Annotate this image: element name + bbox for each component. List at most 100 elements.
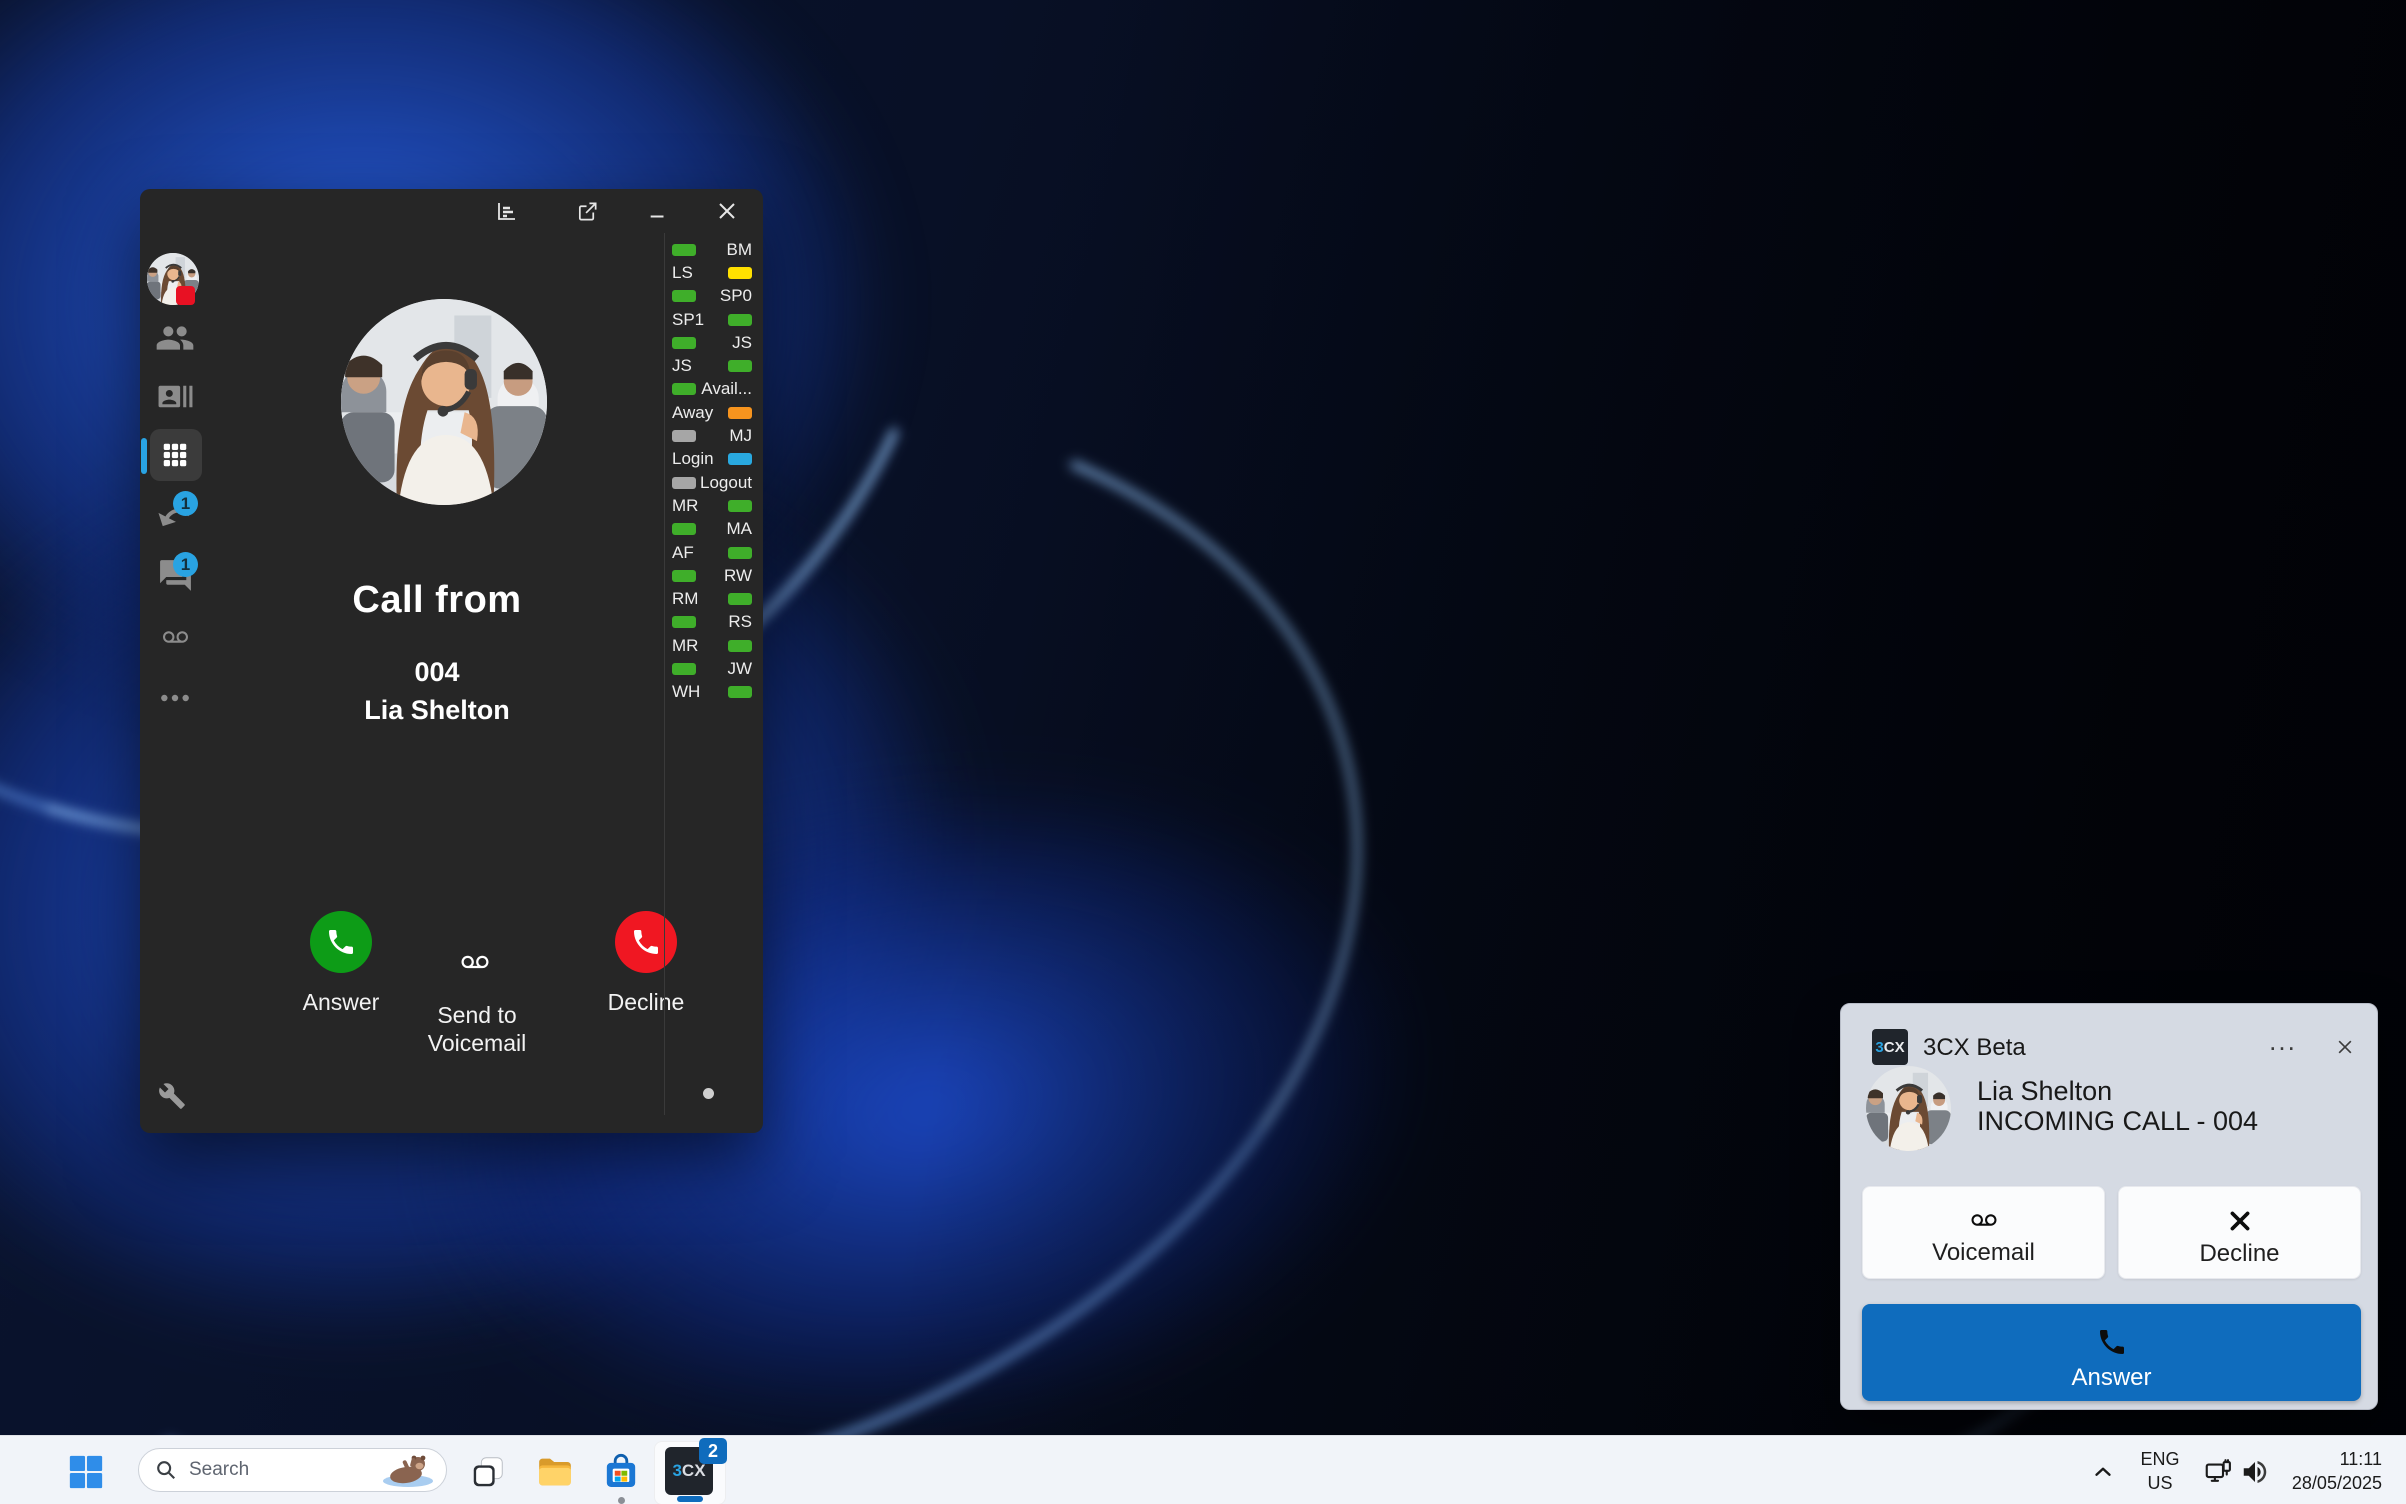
page-indicator-dot[interactable] <box>703 1088 714 1099</box>
blf-status-lamp <box>672 477 696 489</box>
blf-entry[interactable]: Away <box>672 401 752 424</box>
file-explorer-button[interactable] <box>533 1450 577 1494</box>
blf-entry[interactable]: LS <box>672 261 752 284</box>
blf-status-lamp <box>672 337 696 349</box>
toast-decline-button[interactable]: Decline <box>2118 1186 2361 1279</box>
blf-label: Away <box>672 403 713 423</box>
phone-icon <box>630 926 662 958</box>
blf-entry[interactable]: JS <box>672 354 752 377</box>
send-to-voicemail-button[interactable] <box>410 949 540 976</box>
blf-status-lamp <box>672 616 696 628</box>
blf-label: RM <box>672 589 698 609</box>
3cx-logo: 3CX <box>1872 1029 1908 1065</box>
blf-label: Logout <box>700 473 752 493</box>
blf-status-lamp <box>672 523 696 535</box>
blf-label: JS <box>732 333 752 353</box>
phone-icon <box>325 926 357 958</box>
blf-status-lamp <box>728 547 752 559</box>
decline-button[interactable] <box>615 911 677 973</box>
blf-status-lamp <box>672 570 696 582</box>
store-running-indicator <box>618 1497 625 1504</box>
sidebar-item-dialpad[interactable] <box>140 440 210 470</box>
blf-label: Avail... <box>701 379 752 399</box>
blf-status-lamp <box>672 430 696 442</box>
phone-icon <box>2096 1326 2128 1358</box>
sidebar: 1 1 <box>140 189 210 1133</box>
taskbar: Search <box>0 1435 2406 1504</box>
blf-panel: BMLSSP0SP1JSJSAvail...AwayMJLoginLogoutM… <box>672 238 752 704</box>
task-view-icon <box>469 1453 507 1491</box>
chat-badge: 1 <box>173 552 198 577</box>
blf-label: SP1 <box>672 310 704 330</box>
search-box[interactable]: Search <box>138 1448 447 1492</box>
microsoft-store-button[interactable] <box>599 1450 643 1494</box>
blf-entry[interactable]: WH <box>672 681 752 704</box>
folder-icon <box>535 1452 575 1492</box>
decline-label: Decline <box>576 989 716 1016</box>
blf-entry[interactable]: RW <box>672 564 752 587</box>
send-to-voicemail-label: Send to Voicemail <box>367 1001 587 1057</box>
search-placeholder: Search <box>189 1459 378 1481</box>
blf-entry[interactable]: JW <box>672 657 752 680</box>
voicemail-icon <box>155 625 196 650</box>
store-icon <box>601 1452 641 1492</box>
sidebar-item-contacts[interactable] <box>140 378 210 415</box>
start-button[interactable] <box>64 1450 108 1494</box>
blf-label: MR <box>672 636 698 656</box>
toast-more-button[interactable]: ... <box>2265 1030 2301 1064</box>
more-dots-icon <box>159 690 191 706</box>
toast-app-name: 3CX Beta <box>1923 1034 2026 1062</box>
settings-wrench-icon[interactable] <box>158 1082 186 1113</box>
blf-entry[interactable]: Login <box>672 448 752 471</box>
blf-entry[interactable]: JS <box>672 331 752 354</box>
sidebar-item-team[interactable] <box>140 318 210 358</box>
blf-label: LS <box>672 263 693 283</box>
close-icon <box>2335 1037 2355 1057</box>
blf-entry[interactable]: SP1 <box>672 308 752 331</box>
clock-date: 28/05/2025 <box>2270 1471 2382 1495</box>
blf-status-lamp <box>728 593 752 605</box>
blf-entry[interactable]: AF <box>672 541 752 564</box>
search-highlight-otter <box>378 1452 436 1488</box>
blf-label: JS <box>672 356 692 376</box>
blf-entry[interactable]: SP0 <box>672 285 752 308</box>
desktop: 1 1 Call from 004 Lia Shelton <box>0 0 2406 1504</box>
blf-entry[interactable]: RM <box>672 587 752 610</box>
sidebar-item-more[interactable] <box>140 690 210 706</box>
blf-entry[interactable]: BM <box>672 238 752 261</box>
task-view-button[interactable] <box>466 1450 510 1494</box>
tray-chevron-button[interactable] <box>2081 1450 2125 1494</box>
answer-button[interactable] <box>310 911 372 973</box>
voicemail-icon <box>453 949 497 976</box>
blf-status-lamp <box>728 640 752 652</box>
blf-entry[interactable]: MJ <box>672 424 752 447</box>
blf-status-lamp <box>728 360 752 372</box>
blf-label: RS <box>728 612 752 632</box>
blf-status-lamp <box>728 686 752 698</box>
toast-close-button[interactable] <box>2327 1030 2363 1064</box>
voicemail-icon <box>1964 1208 2004 1233</box>
speaker-icon <box>2240 1457 2270 1487</box>
close-button[interactable] <box>709 193 745 229</box>
blf-status-lamp <box>672 244 696 256</box>
blf-label: BM <box>727 240 753 260</box>
clock[interactable]: 11:11 28/05/2025 <box>2270 1447 2382 1495</box>
blf-entry[interactable]: MR <box>672 494 752 517</box>
blf-status-lamp <box>728 267 752 279</box>
blf-label: MA <box>727 519 753 539</box>
blf-entry[interactable]: Avail... <box>672 378 752 401</box>
toast-caller-name: Lia Shelton <box>1977 1076 2112 1107</box>
3cx-app-window: 1 1 Call from 004 Lia Shelton <box>140 189 763 1133</box>
sidebar-item-voicemail[interactable] <box>140 625 210 650</box>
toast-voicemail-button[interactable]: Voicemail <box>1862 1186 2105 1279</box>
blf-entry[interactable]: MA <box>672 518 752 541</box>
blf-label: MR <box>672 496 698 516</box>
language-indicator[interactable]: ENG US <box>2132 1447 2188 1495</box>
toast-answer-button[interactable]: Answer <box>1862 1304 2361 1401</box>
blf-entry[interactable]: Logout <box>672 471 752 494</box>
history-badge: 1 <box>173 491 198 516</box>
blf-entry[interactable]: MR <box>672 634 752 657</box>
people-icon <box>155 318 195 358</box>
blf-entry[interactable]: RS <box>672 611 752 634</box>
blf-label: SP0 <box>720 286 752 306</box>
